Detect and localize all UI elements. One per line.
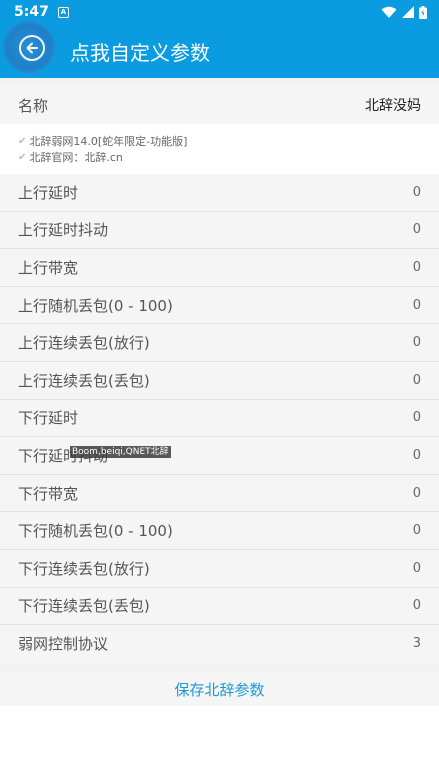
notification-icon: A [57,6,69,18]
back-arrow-icon [19,35,45,61]
signal-icon [402,6,414,18]
param-row-upload-random-loss[interactable]: 上行随机丢包(0 - 100) 0 [0,286,439,325]
param-value: 3 [412,636,421,652]
param-value: 0 [412,335,421,351]
param-label: 下行连续丢包(丢包) [18,597,150,616]
note-item: ✔ 北辞弱网14.0[蛇年限定-功能版] [18,134,421,150]
param-row-download-bandwidth[interactable]: 下行带宽 0 [0,474,439,513]
param-row-download-burst-drop[interactable]: 下行连续丢包(丢包) 0 [0,587,439,626]
page-title: 点我自定义参数 [70,41,210,65]
info-notes: ✔ 北辞弱网14.0[蛇年限定-功能版] ✔ 北辞官网：北辞.cn [0,124,439,174]
param-row-upload-jitter[interactable]: 上行延时抖动 0 [0,211,439,250]
param-row-upload-burst-pass[interactable]: 上行连续丢包(放行) 0 [0,324,439,362]
param-label: 下行延时 [18,409,79,428]
status-bar: 5:47 A [0,0,439,24]
param-value: 0 [412,560,421,576]
param-label: 弱网控制协议 [18,635,109,654]
wifi-icon [381,6,397,18]
param-row-upload-burst-drop[interactable]: 上行连续丢包(丢包) 0 [0,361,439,400]
name-value: 北辞没妈 [365,98,421,114]
param-row-download-burst-pass[interactable]: 下行连续丢包(放行) 0 [0,549,439,588]
param-value: 0 [412,447,421,463]
save-button[interactable]: 保存北辞参数 [0,670,439,708]
param-label: 上行随机丢包(0 - 100) [18,296,173,315]
param-value: 0 [412,297,421,313]
param-value: 0 [412,184,421,200]
param-label: 下行连续丢包(放行) [18,559,150,578]
note-item: ✔ 北辞官网：北辞.cn [18,150,421,166]
param-label: 上行带宽 [18,258,79,277]
battery-icon [419,5,427,19]
param-row-protocol[interactable]: 弱网控制协议 3 [0,625,439,663]
watermark: Boom,beiqi,QNET北辞 [70,446,171,459]
param-label: 上行连续丢包(丢包) [18,371,150,390]
param-row-upload-bandwidth[interactable]: 上行带宽 0 [0,249,439,287]
param-value: 0 [412,523,421,539]
param-row-download-delay[interactable]: 下行延时 0 [0,399,439,438]
param-row-upload-delay[interactable]: 上行延时 0 [0,174,439,212]
param-label: 下行随机丢包(0 - 100) [18,522,173,541]
status-icons [381,5,427,19]
name-row[interactable]: 名称 北辞没妈 [0,86,439,124]
param-row-download-jitter[interactable]: 下行延时抖动 0 Boom,beiqi,QNET北辞 [0,437,439,475]
check-icon: ✔ [18,136,27,147]
param-list: 上行延时 0 上行延时抖动 0 上行带宽 0 上行随机丢包(0 - 100) 0 上行连… [0,174,439,663]
param-value: 0 [412,222,421,238]
param-label: 上行延时抖动 [18,221,109,240]
param-value: 0 [412,372,421,388]
param-label: 上行连续丢包(放行) [18,334,150,353]
name-label: 名称 [18,96,49,115]
check-icon: ✔ [18,152,27,163]
back-button[interactable] [3,21,55,73]
param-row-download-random-loss[interactable]: 下行随机丢包(0 - 100) 0 [0,512,439,550]
status-time: 5:47 [14,4,49,20]
empty-area [0,706,439,780]
app-bar: 点我自定义参数 [0,21,439,78]
param-value: 0 [412,598,421,614]
param-label: 上行延时 [18,183,79,202]
param-value: 0 [412,485,421,501]
note-text: 北辞弱网14.0[蛇年限定-功能版] [29,135,188,148]
param-label: 下行带宽 [18,484,79,503]
note-text: 北辞官网：北辞.cn [29,151,123,164]
param-value: 0 [412,410,421,426]
param-value: 0 [412,259,421,275]
